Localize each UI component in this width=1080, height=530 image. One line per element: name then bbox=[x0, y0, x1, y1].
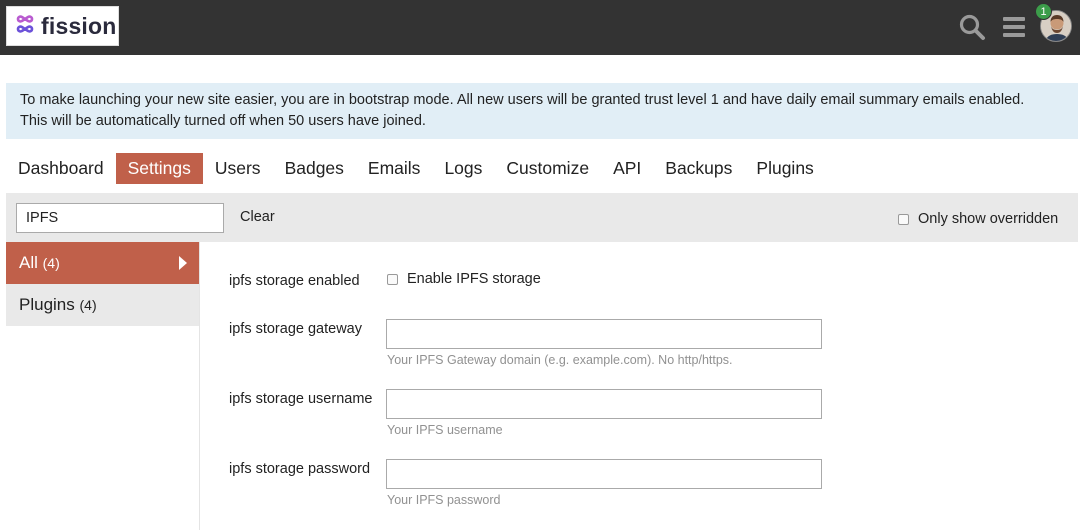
only-overridden-checkbox[interactable] bbox=[898, 213, 909, 225]
nav-tab-settings[interactable]: Settings bbox=[115, 153, 203, 184]
sidebar-item-label: Plugins bbox=[19, 295, 75, 314]
nav-tab-emails[interactable]: Emails bbox=[356, 153, 433, 184]
nav-tab-plugins[interactable]: Plugins bbox=[744, 153, 825, 184]
caret-right-icon bbox=[179, 256, 187, 270]
settings-category-sidebar: All (4) Plugins (4) bbox=[6, 242, 199, 326]
search-icon[interactable] bbox=[958, 13, 986, 41]
nav-tab-backups[interactable]: Backups bbox=[653, 153, 744, 184]
nav-tab-users[interactable]: Users bbox=[203, 153, 273, 184]
admin-nav: Dashboard Settings Users Badges Emails L… bbox=[6, 153, 826, 184]
notice-line-2: This will be automatically turned off wh… bbox=[20, 113, 426, 129]
only-overridden-toggle[interactable]: Only show overridden bbox=[898, 211, 1058, 227]
hamburger-menu-icon[interactable] bbox=[1001, 13, 1029, 41]
notification-badge[interactable]: 1 bbox=[1035, 3, 1052, 20]
setting-label-ipfs-storage-enabled: ipfs storage enabled bbox=[229, 273, 360, 289]
sidebar-divider bbox=[199, 242, 200, 530]
setting-label-ipfs-storage-gateway: ipfs storage gateway bbox=[229, 321, 362, 337]
sidebar-item-all[interactable]: All (4) bbox=[6, 242, 199, 284]
site-header: fission 1 bbox=[0, 0, 1080, 55]
enable-ipfs-storage-checkbox[interactable] bbox=[387, 273, 398, 285]
site-logo[interactable]: fission bbox=[6, 6, 119, 46]
setting-label-ipfs-storage-username: ipfs storage username bbox=[229, 391, 373, 407]
nav-tab-logs[interactable]: Logs bbox=[432, 153, 494, 184]
enable-ipfs-storage-toggle[interactable]: Enable IPFS storage bbox=[387, 271, 541, 287]
ipfs-storage-password-help: Your IPFS password bbox=[387, 493, 501, 507]
nav-tab-customize[interactable]: Customize bbox=[494, 153, 601, 184]
nav-tab-dashboard[interactable]: Dashboard bbox=[6, 153, 116, 184]
clear-filter-button[interactable]: Clear bbox=[240, 209, 275, 225]
logo-text: fission bbox=[41, 12, 117, 39]
sidebar-item-count: (4) bbox=[79, 297, 97, 313]
ipfs-storage-username-help: Your IPFS username bbox=[387, 423, 503, 437]
only-overridden-label: Only show overridden bbox=[918, 211, 1059, 227]
settings-filter-input[interactable] bbox=[16, 203, 224, 233]
ipfs-storage-gateway-help: Your IPFS Gateway domain (e.g. example.c… bbox=[387, 353, 733, 367]
ipfs-storage-password-input[interactable] bbox=[386, 459, 822, 489]
notice-line-1: To make launching your new site easier, … bbox=[20, 92, 1025, 108]
setting-label-ipfs-storage-password: ipfs storage password bbox=[229, 461, 371, 477]
ipfs-storage-username-input[interactable] bbox=[386, 389, 822, 419]
sidebar-item-label: All bbox=[19, 253, 38, 272]
enable-ipfs-storage-label: Enable IPFS storage bbox=[407, 271, 541, 287]
settings-filter-bar: Clear Only show overridden bbox=[6, 193, 1078, 242]
nav-tab-badges[interactable]: Badges bbox=[273, 153, 356, 184]
nav-tab-api[interactable]: API bbox=[601, 153, 653, 184]
bootstrap-mode-notice: To make launching your new site easier, … bbox=[6, 83, 1078, 139]
sidebar-item-count: (4) bbox=[42, 255, 60, 271]
sidebar-item-plugins[interactable]: Plugins (4) bbox=[6, 284, 199, 326]
ipfs-storage-gateway-input[interactable] bbox=[386, 319, 822, 349]
fission-logo-icon bbox=[13, 12, 37, 41]
